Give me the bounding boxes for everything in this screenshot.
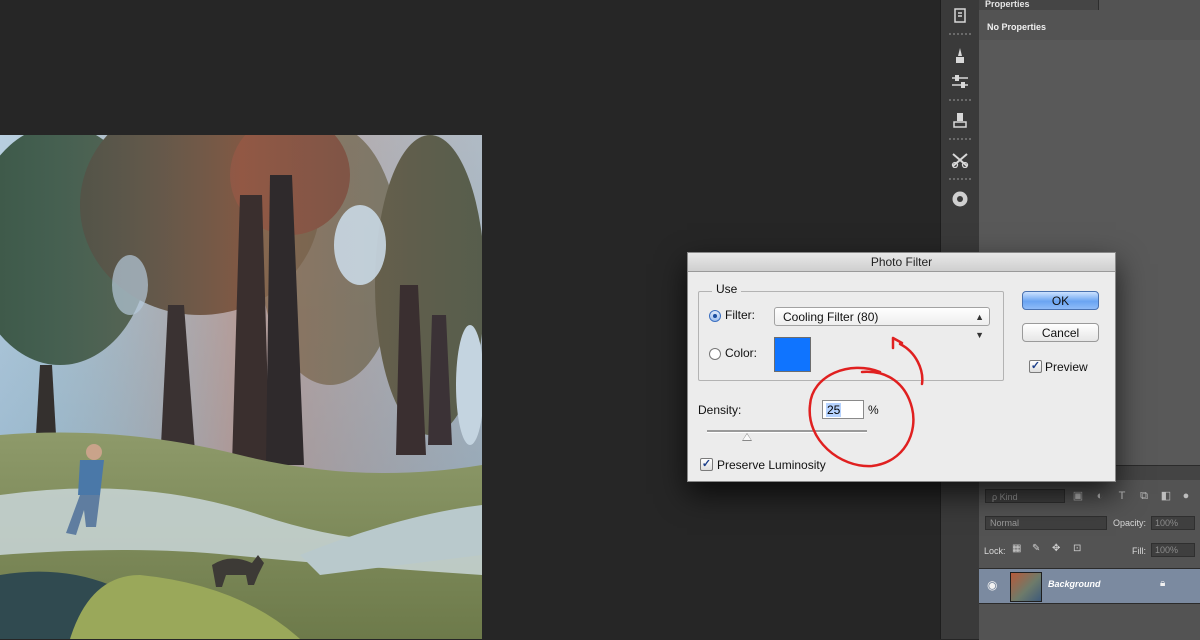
- preview-checkbox[interactable]: ✓: [1029, 360, 1042, 373]
- density-unit: %: [868, 403, 879, 417]
- use-label: Use: [712, 282, 742, 296]
- adjustment-filter-icon[interactable]: ◐: [1093, 489, 1107, 503]
- lock-pixels-icon[interactable]: ▦: [1012, 543, 1021, 554]
- blend-mode-select[interactable]: Normal: [985, 516, 1107, 530]
- lock-all-icon[interactable]: ⊡: [1073, 543, 1081, 554]
- opacity-field[interactable]: 100%: [1151, 516, 1195, 530]
- layer-thumbnail: [1010, 572, 1042, 602]
- preserve-luminosity-label: Preserve Luminosity: [717, 458, 826, 472]
- filter-dropdown-value: Cooling Filter (80): [783, 310, 879, 324]
- use-group: [698, 291, 1004, 381]
- filter-label: Filter:: [725, 308, 755, 322]
- lock-label: Lock:: [984, 546, 1006, 556]
- shape-filter-icon[interactable]: ⧉: [1137, 489, 1151, 503]
- dropdown-arrows-icon: ▲ ▼: [975, 312, 984, 340]
- tool-separator: [949, 138, 971, 140]
- navigator-icon[interactable]: [948, 187, 972, 211]
- photo-filter-dialog: Photo Filter Use Filter: Cooling Filter …: [687, 252, 1116, 482]
- density-slider-thumb[interactable]: [742, 433, 752, 441]
- cancel-button[interactable]: Cancel: [1022, 323, 1099, 342]
- brush-presets-icon[interactable]: [948, 44, 972, 68]
- tool-separator: [949, 99, 971, 101]
- type-filter-icon[interactable]: T: [1115, 489, 1129, 503]
- ok-button[interactable]: OK: [1022, 291, 1099, 310]
- visibility-eye-icon[interactable]: ◉: [987, 578, 997, 592]
- properties-tab[interactable]: Properties: [979, 0, 1099, 10]
- lock-brush-icon[interactable]: ✎: [1032, 543, 1040, 554]
- fill-field[interactable]: 100%: [1151, 543, 1195, 557]
- dialog-title[interactable]: Photo Filter: [688, 253, 1115, 272]
- preserve-luminosity-checkbox[interactable]: ✓: [700, 458, 713, 471]
- fill-label: Fill:: [1132, 546, 1146, 556]
- tool-presets-icon[interactable]: [948, 148, 972, 172]
- photo-image[interactable]: [0, 135, 482, 639]
- layer-kind-filter[interactable]: ρ Kind: [985, 489, 1065, 503]
- color-swatch[interactable]: [774, 337, 811, 372]
- density-input[interactable]: 25: [822, 400, 864, 419]
- preview-label: Preview: [1045, 360, 1088, 374]
- layer-name[interactable]: Background: [1048, 579, 1101, 589]
- layer-lock-icon: 🔒︎: [1160, 578, 1166, 589]
- no-properties-text: No Properties: [987, 22, 1047, 32]
- opacity-label: Opacity:: [1113, 518, 1147, 528]
- adjustments-icon[interactable]: [948, 70, 972, 94]
- lock-position-icon[interactable]: ✥: [1052, 543, 1060, 554]
- filter-radio[interactable]: [709, 310, 721, 322]
- history-icon[interactable]: [948, 4, 972, 28]
- tool-separator: [949, 178, 971, 180]
- density-value: 25: [826, 403, 842, 417]
- smart-object-filter-icon[interactable]: ◧: [1159, 489, 1173, 503]
- filter-dropdown[interactable]: Cooling Filter (80) ▲ ▼: [774, 307, 990, 340]
- density-slider-track[interactable]: [707, 430, 867, 433]
- density-label: Density:: [698, 403, 742, 417]
- color-radio[interactable]: [709, 348, 721, 360]
- filter-toggle-icon[interactable]: ●: [1179, 489, 1193, 503]
- layer-row[interactable]: ◉ Background 🔒︎: [979, 568, 1200, 604]
- color-label: Color:: [725, 346, 758, 360]
- tool-separator: [949, 33, 971, 35]
- clone-source-icon[interactable]: [948, 108, 972, 132]
- image-filter-icon[interactable]: ▣: [1071, 489, 1085, 503]
